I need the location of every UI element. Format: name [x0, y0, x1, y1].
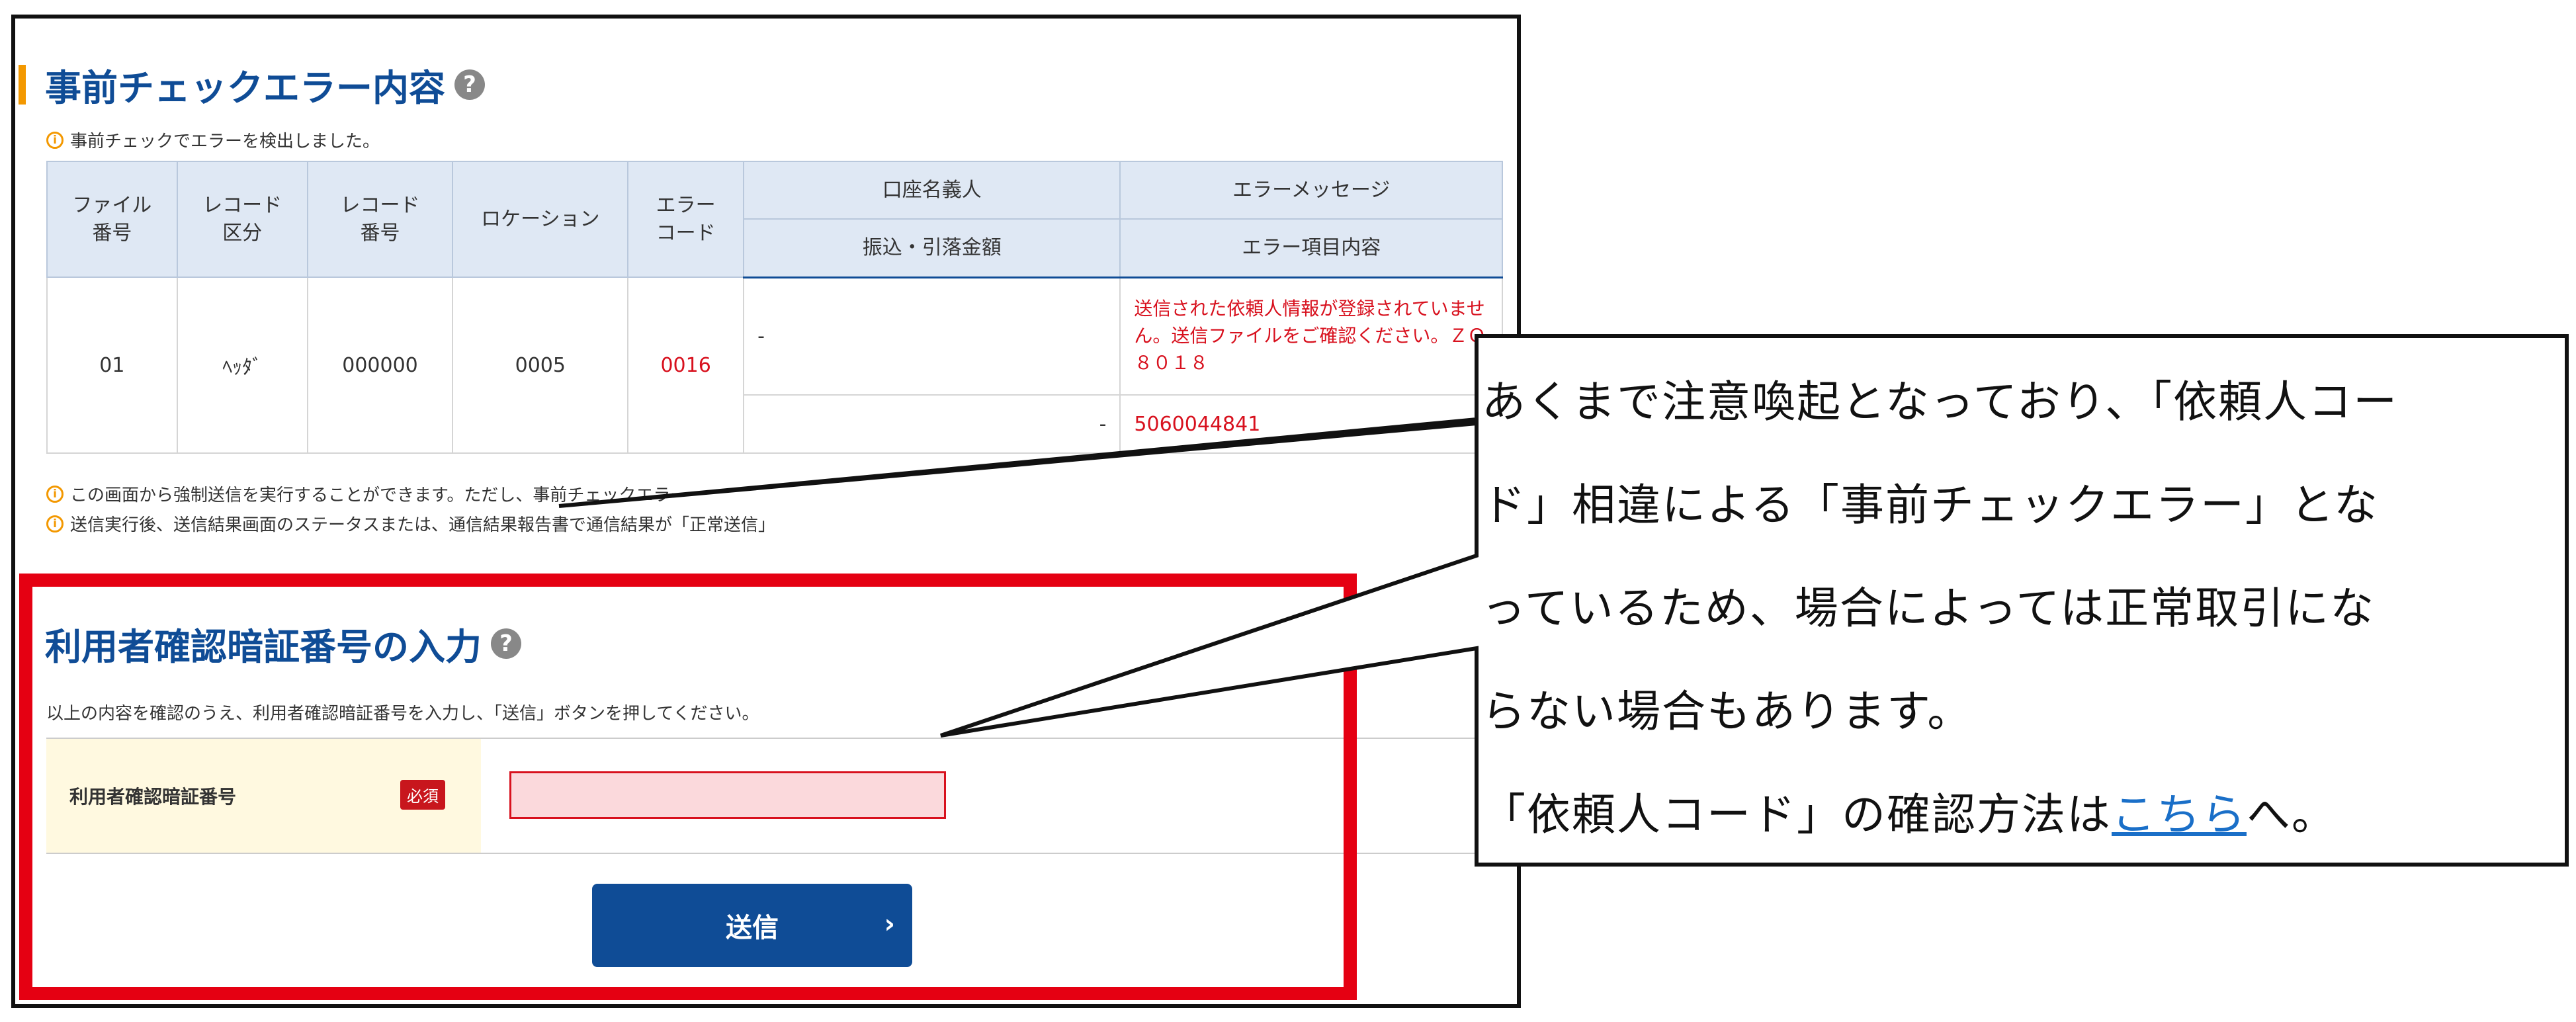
callout-line-5: 「依頼人コード」の確認方法はこちらへ。	[1482, 763, 2554, 867]
info-icon: i	[46, 131, 64, 149]
cell-account-name: -	[743, 277, 1121, 396]
header-file-no: ファイル 番号	[46, 161, 178, 278]
cell-error-code: 0016	[627, 277, 745, 454]
screenshot-frame: 事前チェックエラー内容 ? i 事前チェックでエラーを検出しました。 ファイル …	[11, 15, 1522, 1008]
note-after-send: i 送信実行後、送信結果画面のステータスまたは、通信結果報告書で通信結果が「正常…	[46, 511, 775, 536]
error-info-line: i 事前チェックでエラーを検出しました。	[46, 128, 380, 152]
error-section-title-text: 事前チェックエラー内容	[45, 67, 446, 109]
error-info-text: 事前チェックでエラーを検出しました。	[70, 132, 380, 151]
header-amount: 振込・引落金額	[743, 218, 1121, 278]
info-icon: i	[46, 515, 64, 532]
cell-record-type: ﾍｯﾀﾞ	[176, 277, 308, 454]
cell-error-message: 送信された依頼人情報が登録されていません。送信ファイルをご確認ください。ＺＯ８０…	[1119, 277, 1503, 396]
header-error-code: エラー コード	[627, 161, 745, 278]
cell-error-item: 5060044841	[1119, 394, 1503, 454]
header-error-item: エラー項目内容	[1119, 218, 1503, 278]
callout-line-2: ド」相違による「事前チェックエラー」とな	[1482, 480, 2380, 531]
highlight-box	[19, 574, 1357, 1000]
header-error-message: エラーメッセージ	[1119, 161, 1503, 220]
cell-record-no: 000000	[306, 277, 454, 454]
table-row: 01 ﾍｯﾀﾞ 000000 0005 0016 - 送信された依頼人情報が登録…	[46, 277, 1503, 454]
callout-line-3: っているため、場合によっては正常取引にな	[1482, 583, 2376, 634]
callout-line-5-prefix: 「依頼人コード」の確認方法は	[1482, 789, 2112, 840]
callout-link[interactable]: こちら	[2112, 789, 2247, 840]
callout-line-5-suffix: へ。	[2247, 789, 2337, 840]
note-after-send-text: 送信実行後、送信結果画面のステータスまたは、通信結果報告書で通信結果が「正常送信…	[70, 515, 776, 535]
error-table: ファイル 番号 レコード 区分 レコード 番号 ロケーション エラー コード 口…	[46, 161, 1503, 454]
cell-file-no: 01	[46, 277, 178, 454]
error-section-title: 事前チェックエラー内容 ?	[45, 58, 486, 111]
table-header-row: ファイル 番号 レコード 区分 レコード 番号 ロケーション エラー コード 口…	[46, 161, 1503, 278]
title-accent-bar	[19, 65, 26, 105]
callout-line-1: あくまで注意喚起となっており、「依頼人コー	[1482, 376, 2399, 427]
info-icon: i	[46, 485, 64, 503]
callout-text: あくまで注意喚起となっており、「依頼人コー ド」相違による「事前チェックエラー」…	[1482, 351, 2554, 867]
callout-line-4: らない場合もあります。	[1482, 686, 1973, 737]
help-icon[interactable]: ?	[454, 69, 486, 100]
cell-location: 0005	[452, 277, 629, 454]
header-record-type: レコード 区分	[176, 161, 308, 278]
header-location: ロケーション	[452, 161, 629, 278]
cell-amount: -	[743, 394, 1121, 454]
note-force-send-text: この画面から強制送信を実行することができます。ただし、事前チェックエラー	[70, 486, 688, 505]
header-record-no: レコード 番号	[306, 161, 454, 278]
header-account-name: 口座名義人	[743, 161, 1121, 220]
note-force-send: i この画面から強制送信を実行することができます。ただし、事前チェックエラー	[46, 482, 687, 506]
